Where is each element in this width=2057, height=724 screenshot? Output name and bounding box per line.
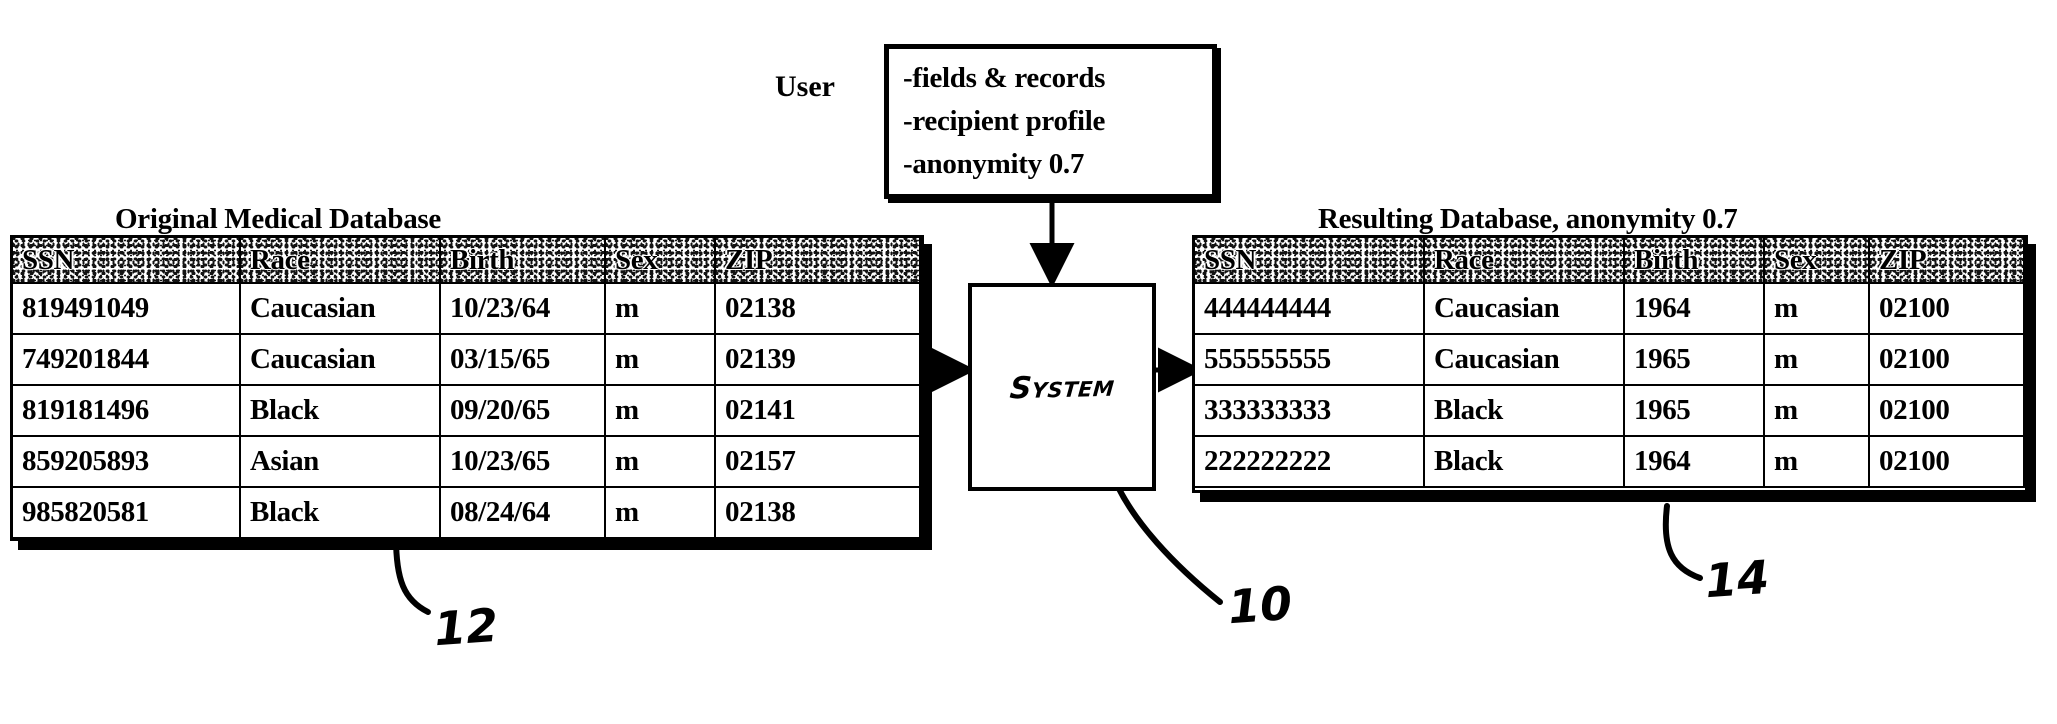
system-label: System — [1008, 368, 1116, 406]
cell-birth: 03/15/65 — [439, 333, 606, 386]
cell-ssn: 749201844 — [11, 333, 241, 386]
cell-birth: 1964 — [1623, 282, 1765, 335]
column-header-label: ZIP — [1879, 243, 1927, 276]
user-requirements-box: -fields & records -recipient profile -an… — [884, 44, 1217, 199]
cell-race: Caucasian — [1423, 333, 1625, 386]
user-requirement-anonymity: -anonymity 0.7 — [903, 148, 1085, 180]
system-box: System — [968, 283, 1156, 491]
column-header-label: SSN — [22, 243, 74, 276]
table-row: 819181496 Black 09/20/65 m 02141 — [11, 384, 921, 437]
resulting-column-header-birth: Birth — [1623, 236, 1765, 284]
cell-birth: 09/20/65 — [439, 384, 606, 437]
table-header-row: SSN Race Birth Sex ZIP — [1193, 236, 2025, 284]
table-row: 859205893 Asian 10/23/65 m 02157 — [11, 435, 921, 488]
column-header-label: Birth — [1634, 243, 1699, 276]
cell-ssn: 444444444 — [1193, 282, 1425, 335]
cell-race: Asian — [239, 435, 441, 488]
cell-zip: 02100 — [1868, 384, 2025, 437]
resulting-table-frame: SSN Race Birth Sex ZIP 444444444 Caucasian 196… — [1192, 235, 2028, 493]
original-table-frame: SSN Race Birth Sex ZIP 819491049 Caucasian 10/… — [10, 235, 924, 541]
column-header-label: SSN — [1204, 243, 1256, 276]
cell-zip: 02100 — [1868, 435, 2025, 488]
original-column-header-zip: ZIP — [714, 236, 921, 284]
cell-birth: 10/23/65 — [439, 435, 606, 488]
column-header-label: Sex — [615, 243, 658, 276]
cell-sex: m — [604, 333, 716, 386]
user-label: User — [775, 70, 835, 103]
cell-zip: 02100 — [1868, 282, 2025, 335]
cell-race: Caucasian — [239, 282, 441, 335]
cell-ssn: 222222222 — [1193, 435, 1425, 488]
cell-race: Caucasian — [1423, 282, 1625, 335]
table-header-row: SSN Race Birth Sex ZIP — [11, 236, 921, 284]
cell-birth: 10/23/64 — [439, 282, 606, 335]
cell-sex: m — [1763, 384, 1870, 437]
reference-numeral-10: 10 — [1226, 575, 1294, 635]
user-requirement-profile: -recipient profile — [903, 105, 1106, 137]
resulting-column-header-zip: ZIP — [1868, 236, 2025, 284]
table-row: 819491049 Caucasian 10/23/64 m 02138 — [11, 282, 921, 335]
resulting-column-header-race: Race — [1423, 236, 1625, 284]
cell-birth: 1964 — [1623, 435, 1765, 488]
table-row: 555555555 Caucasian 1965 m 02100 — [1193, 333, 2025, 386]
original-column-header-sex: Sex — [604, 236, 716, 284]
cell-zip: 02138 — [714, 282, 921, 335]
reference-numeral-12: 12 — [432, 597, 500, 657]
cell-zip: 02138 — [714, 486, 921, 539]
cell-ssn: 555555555 — [1193, 333, 1425, 386]
cell-birth: 1965 — [1623, 384, 1765, 437]
cell-race: Black — [1423, 384, 1625, 437]
leader-line-14 — [1662, 503, 1703, 581]
column-header-label: Birth — [450, 243, 515, 276]
cell-zip: 02157 — [714, 435, 921, 488]
cell-zip: 02139 — [714, 333, 921, 386]
table-row: 444444444 Caucasian 1964 m 02100 — [1193, 282, 2025, 335]
cell-zip: 02100 — [1868, 333, 2025, 386]
cell-ssn: 819181496 — [11, 384, 241, 437]
resulting-column-header-ssn: SSN — [1193, 236, 1425, 284]
column-header-label: Race — [1434, 243, 1494, 276]
reference-numeral-14: 14 — [1703, 549, 1771, 609]
table-row: 222222222 Black 1964 m 02100 — [1193, 435, 2025, 488]
original-table-title: Original Medical Database — [115, 203, 441, 235]
column-header-label: ZIP — [725, 243, 773, 276]
cell-sex: m — [1763, 333, 1870, 386]
cell-ssn: 819491049 — [11, 282, 241, 335]
original-column-header-race: Race — [239, 236, 441, 284]
leader-line-12 — [393, 534, 431, 615]
original-column-header-birth: Birth — [439, 236, 606, 284]
resulting-database-table: SSN Race Birth Sex ZIP 444444444 Caucasian 196… — [1193, 236, 2025, 488]
resulting-table-title: Resulting Database, anonymity 0.7 — [1318, 203, 1738, 235]
column-header-label: Race — [250, 243, 310, 276]
cell-sex: m — [1763, 282, 1870, 335]
cell-ssn: 859205893 — [11, 435, 241, 488]
table-row: 985820581 Black 08/24/64 m 02138 — [11, 486, 921, 539]
cell-race: Black — [1423, 435, 1625, 488]
column-header-label: Sex — [1774, 243, 1817, 276]
cell-sex: m — [604, 435, 716, 488]
cell-ssn: 985820581 — [11, 486, 241, 539]
cell-sex: m — [604, 486, 716, 539]
resulting-column-header-sex: Sex — [1763, 236, 1870, 284]
cell-birth: 1965 — [1623, 333, 1765, 386]
table-row: 333333333 Black 1965 m 02100 — [1193, 384, 2025, 437]
cell-race: Black — [239, 384, 441, 437]
user-requirement-fields: -fields & records — [903, 62, 1106, 94]
patent-figure: User -fields & records -recipient profil… — [0, 0, 2057, 724]
cell-ssn: 333333333 — [1193, 384, 1425, 437]
cell-birth: 08/24/64 — [439, 486, 606, 539]
original-medical-database-table: SSN Race Birth Sex ZIP 819491049 Caucasian 10/… — [11, 236, 921, 539]
original-column-header-ssn: SSN — [11, 236, 241, 284]
cell-race: Caucasian — [239, 333, 441, 386]
cell-sex: m — [604, 384, 716, 437]
cell-zip: 02141 — [714, 384, 921, 437]
table-row: 749201844 Caucasian 03/15/65 m 02139 — [11, 333, 921, 386]
cell-race: Black — [239, 486, 441, 539]
cell-sex: m — [1763, 435, 1870, 488]
cell-sex: m — [604, 282, 716, 335]
